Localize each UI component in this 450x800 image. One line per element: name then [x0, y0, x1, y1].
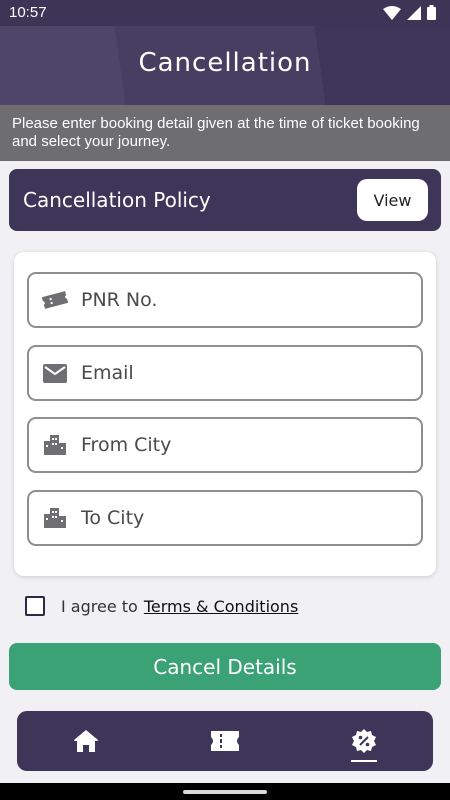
bottom-nav: [17, 711, 433, 771]
agree-text: I agree to: [61, 596, 138, 616]
instruction-notice: Please enter booking detail given at the…: [0, 105, 450, 161]
signal-icon: [407, 5, 421, 20]
terms-checkbox[interactable]: [25, 596, 45, 616]
battery-icon: [427, 5, 436, 20]
status-icons: [383, 5, 436, 20]
email-field[interactable]: [27, 345, 423, 401]
nav-offers[interactable]: [334, 711, 394, 771]
home-icon: [74, 730, 98, 752]
view-policy-button[interactable]: View: [357, 179, 428, 221]
booking-form-card: [14, 252, 436, 576]
nav-tickets[interactable]: [195, 711, 255, 771]
to-city-field[interactable]: [27, 490, 423, 546]
page-title: Cancellation: [138, 48, 312, 78]
status-bar: 10:57: [0, 0, 450, 26]
terms-link[interactable]: Terms & Conditions: [144, 597, 298, 616]
wifi-icon: [383, 5, 401, 20]
mail-icon: [29, 363, 81, 383]
home-gesture-pill[interactable]: [183, 790, 267, 794]
active-tab-indicator: [351, 760, 377, 762]
from-city-field[interactable]: [27, 417, 423, 473]
city-icon: [29, 508, 81, 528]
app-bar: Cancellation: [0, 26, 450, 105]
city-icon: [29, 435, 81, 455]
discount-icon: [352, 729, 376, 753]
pnr-field[interactable]: [27, 272, 423, 328]
policy-label: Cancellation Policy: [23, 188, 211, 212]
cancellation-policy-bar: Cancellation Policy View: [9, 169, 441, 231]
status-time: 10:57: [9, 4, 47, 21]
email-input[interactable]: [81, 362, 401, 384]
from-city-input[interactable]: [81, 434, 401, 456]
system-nav-bar: [0, 783, 450, 800]
pnr-input[interactable]: [81, 289, 401, 311]
cancel-details-button[interactable]: Cancel Details: [9, 643, 441, 690]
to-city-input[interactable]: [81, 507, 401, 529]
nav-home[interactable]: [56, 711, 116, 771]
terms-agreement: I agree to Terms & Conditions: [25, 596, 298, 616]
ticket-icon: [29, 289, 81, 311]
ticket-icon: [211, 731, 239, 751]
